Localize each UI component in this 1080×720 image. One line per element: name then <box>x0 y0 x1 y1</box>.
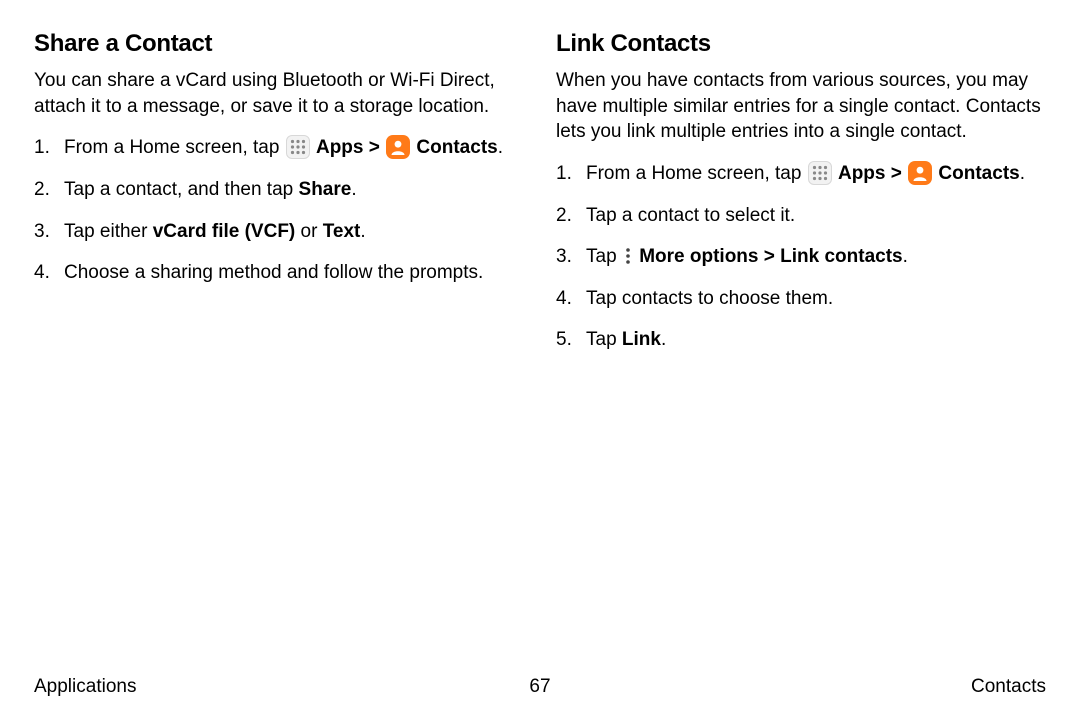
share-steps: From a Home screen, tap Apps > <box>34 135 524 286</box>
page-footer: Applications 67 Contacts <box>34 676 1046 698</box>
link-step-2: Tap a contact to select it. <box>556 203 1046 229</box>
vcf-label: vCard file (VCF) <box>153 221 296 242</box>
contacts-icon <box>386 135 410 159</box>
share-step-2: Tap a contact, and then tap Share. <box>34 177 524 203</box>
text-label: Text <box>323 221 361 242</box>
two-column-layout: Share a Contact You can share a vCard us… <box>34 30 1046 369</box>
chevron: > <box>891 163 907 184</box>
contacts-icon <box>908 161 932 185</box>
step-text: Tap a contact, and then tap <box>64 179 299 200</box>
link-intro: When you have contacts from various sour… <box>556 68 1046 145</box>
period: . <box>360 221 365 242</box>
share-intro: You can share a vCard using Bluetooth or… <box>34 68 524 119</box>
link-heading: Link Contacts <box>556 30 1046 58</box>
more-options-label: More options > Link contacts <box>639 246 902 267</box>
step-text: or <box>295 221 322 242</box>
period: . <box>661 329 666 350</box>
share-label: Share <box>299 179 352 200</box>
contacts-label: Contacts <box>938 163 1019 184</box>
link-steps: From a Home screen, tap Apps > <box>556 161 1046 353</box>
step-text: Tap <box>586 329 622 350</box>
step-text: Tap <box>586 246 622 267</box>
link-step-4: Tap contacts to choose them. <box>556 286 1046 312</box>
link-step-1: From a Home screen, tap Apps > <box>556 161 1046 187</box>
footer-section: Applications <box>34 676 136 698</box>
step-text: From a Home screen, tap <box>586 163 807 184</box>
apps-icon <box>808 161 832 185</box>
page-number: 67 <box>529 676 550 698</box>
share-step-1: From a Home screen, tap Apps > <box>34 135 524 161</box>
link-step-3: Tap More options > Link contacts. <box>556 244 1046 270</box>
period: . <box>903 246 908 267</box>
share-step-3: Tap either vCard file (VCF) or Text. <box>34 219 524 245</box>
link-step-5: Tap Link. <box>556 327 1046 353</box>
apps-icon <box>286 135 310 159</box>
period: . <box>351 179 356 200</box>
contacts-label: Contacts <box>416 137 497 158</box>
more-options-icon <box>622 246 634 266</box>
link-contacts-column: Link Contacts When you have contacts fro… <box>556 30 1046 369</box>
period: . <box>498 137 503 158</box>
footer-topic: Contacts <box>971 676 1046 698</box>
step-text: Tap either <box>64 221 153 242</box>
share-contact-column: Share a Contact You can share a vCard us… <box>34 30 524 369</box>
step-text: From a Home screen, tap <box>64 137 285 158</box>
share-heading: Share a Contact <box>34 30 524 58</box>
period: . <box>1020 163 1025 184</box>
chevron: > <box>369 137 385 158</box>
apps-label: Apps <box>838 163 886 184</box>
apps-label: Apps <box>316 137 364 158</box>
link-label: Link <box>622 329 661 350</box>
share-step-4: Choose a sharing method and follow the p… <box>34 260 524 286</box>
